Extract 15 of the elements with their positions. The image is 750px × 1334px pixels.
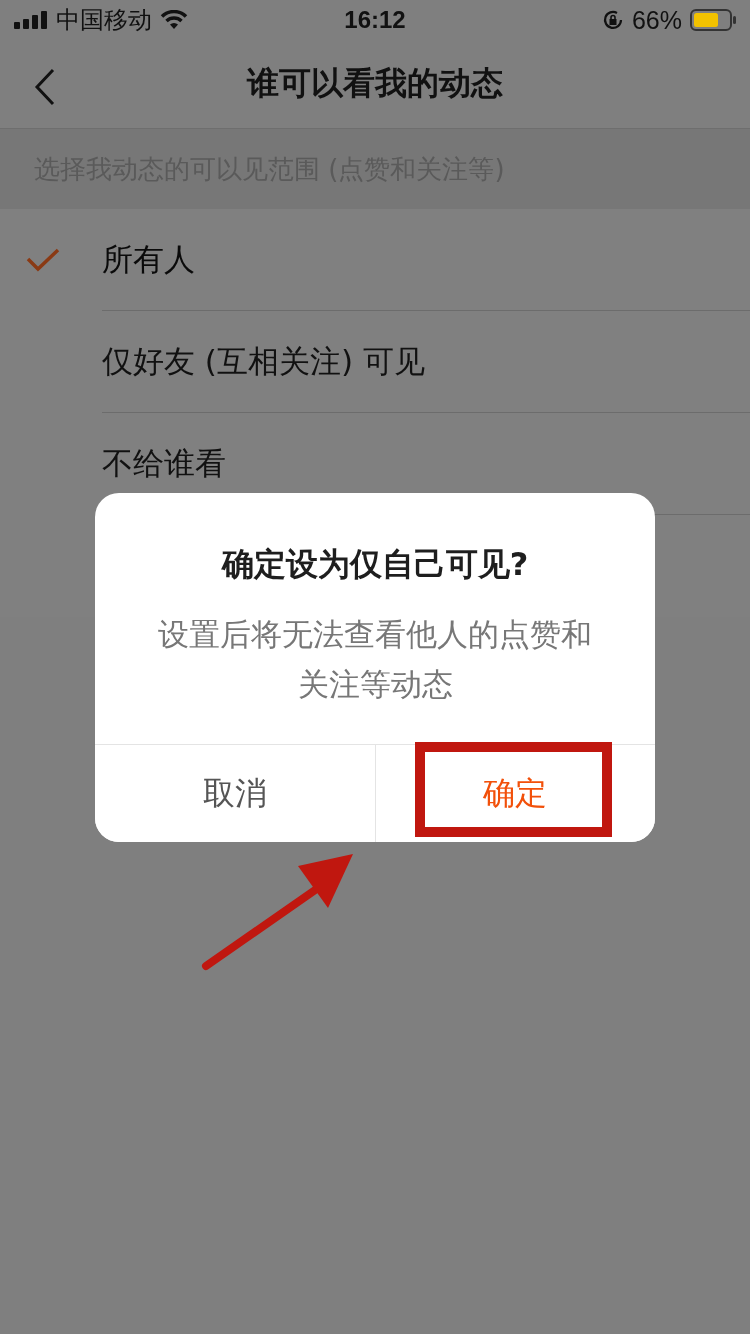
wifi-icon — [160, 10, 188, 30]
battery-icon — [690, 9, 736, 31]
page-title: 谁可以看我的动态 — [247, 63, 503, 104]
dialog-message: 设置后将无法查看他人的点赞和关注等动态 — [157, 615, 593, 704]
dialog-title: 确定设为仅自己可见? — [221, 544, 529, 585]
back-icon — [34, 68, 56, 106]
option-row[interactable]: 仅好友 (互相关注) 可见 — [0, 311, 750, 413]
signal-icon — [14, 11, 48, 29]
option-row[interactable]: 所有人 — [0, 209, 750, 311]
battery-percent: 66% — [631, 5, 682, 35]
option-row[interactable]: 不给谁看 — [0, 413, 750, 515]
carrier-name: 中国移动 — [56, 5, 152, 36]
rotation-lock-icon — [601, 9, 624, 31]
checkmark-icon — [26, 247, 60, 273]
clock-time: 16:12 — [343, 6, 407, 34]
